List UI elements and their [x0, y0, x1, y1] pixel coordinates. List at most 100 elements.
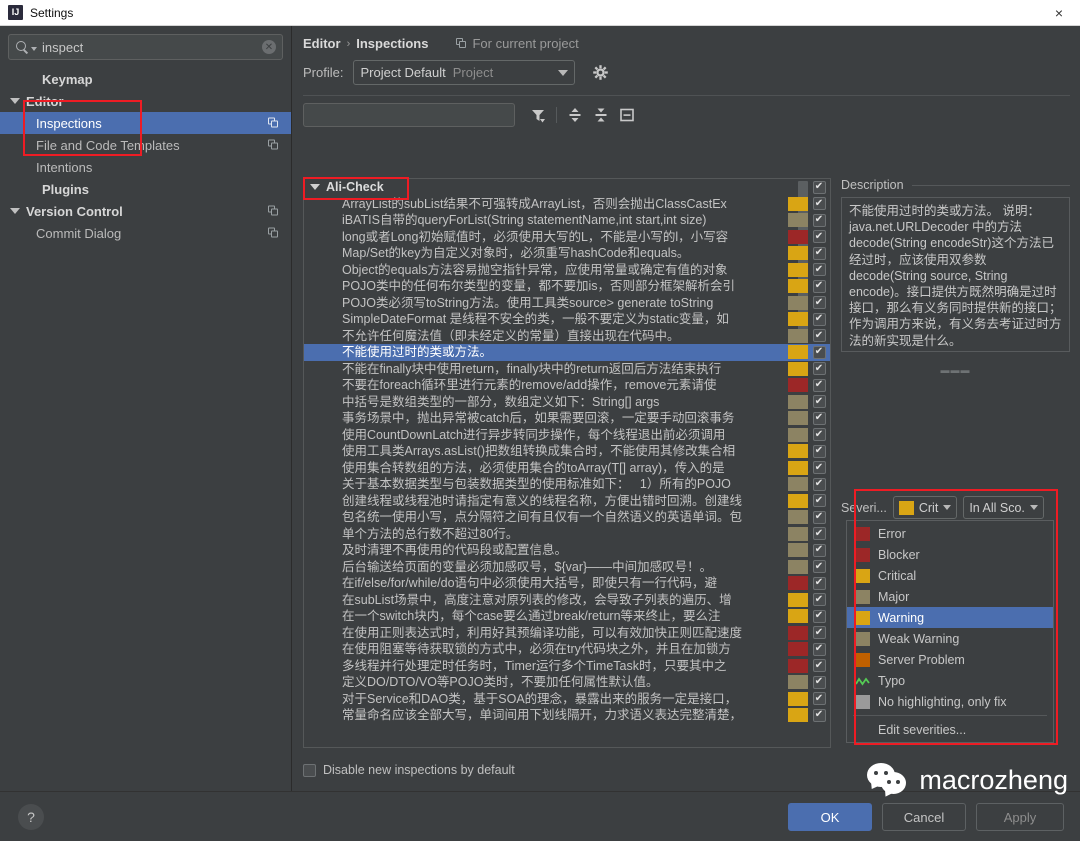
table-row[interactable]: 在if/else/for/while/do语句中必须使用大括号，即使只有一行代码… [304, 575, 830, 592]
table-row[interactable]: 事务场景中，抛出异常被catch后，如果需要回滚，一定要手动回滚事务 ✔ [304, 410, 830, 427]
severity-select[interactable]: Crit [892, 496, 958, 519]
inspection-checkbox[interactable]: ✔ [808, 560, 830, 574]
inspection-checkbox[interactable]: ✔ [808, 609, 830, 623]
inspection-checkbox[interactable]: ✔ [808, 345, 830, 359]
sidebar-item-inspections[interactable]: Inspections [0, 112, 291, 134]
inspection-search-input[interactable] [303, 103, 515, 127]
severity-option[interactable]: Major [847, 586, 1053, 607]
help-button[interactable]: ? [18, 804, 44, 830]
inspection-checkbox[interactable]: ✔ [808, 197, 830, 211]
severity-option[interactable]: Warning [847, 607, 1053, 628]
scope-select[interactable]: In All Sco. [963, 496, 1044, 519]
apply-button[interactable]: Apply [976, 803, 1064, 831]
inspections-list[interactable]: Ali-Check ✔ ArrayList的subList结果不可强转成ArrayL… [303, 178, 831, 748]
table-row[interactable]: 不能使用过时的类或方法。 ✔ [304, 344, 830, 361]
severity-option[interactable]: Critical [847, 565, 1053, 586]
inspection-checkbox[interactable]: ✔ [808, 642, 830, 656]
disable-new-inspections-checkbox[interactable] [303, 763, 316, 777]
table-row[interactable]: 不能在finally块中使用return，finally块中的return返回后… [304, 361, 830, 378]
inspection-checkbox[interactable]: ✔ [808, 411, 830, 425]
inspection-checkbox[interactable]: ✔ [808, 312, 830, 326]
inspection-checkbox[interactable]: ✔ [808, 543, 830, 557]
table-row[interactable]: 在subList场景中，高度注意对原列表的修改，会导致子列表的遍历、增 ✔ [304, 592, 830, 609]
close-icon[interactable]: × [1046, 2, 1072, 24]
resize-grip[interactable]: ▬▬▬ [841, 365, 1070, 375]
sidebar-item-keymap[interactable]: Keymap [0, 68, 291, 90]
cancel-button[interactable]: Cancel [882, 803, 966, 831]
sidebar-item-plugins[interactable]: Plugins [0, 178, 291, 200]
inspection-checkbox[interactable]: ✔ [808, 659, 830, 673]
inspection-checkbox[interactable]: ✔ [808, 461, 830, 475]
ok-button[interactable]: OK [788, 803, 872, 831]
search-input[interactable]: inspect ✕ [8, 34, 283, 60]
table-row[interactable]: POJO类中的任何布尔类型的变量，都不要加is，否则部分框架解析会引 ✔ [304, 278, 830, 295]
table-row[interactable]: 在使用阻塞等待获取锁的方式中，必须在try代码块之外，并且在加锁方 ✔ [304, 641, 830, 658]
breadcrumb-parent[interactable]: Editor [303, 36, 341, 51]
inspection-checkbox[interactable]: ✔ [808, 180, 830, 194]
severity-option[interactable]: No highlighting, only fix [847, 691, 1053, 712]
inspection-checkbox[interactable]: ✔ [808, 510, 830, 524]
table-row[interactable]: 对于Service和DAO类，基于SOA的理念，暴露出来的服务一定是接口， ✔ [304, 691, 830, 708]
inspection-checkbox[interactable]: ✔ [808, 395, 830, 409]
collapse-all-icon[interactable] [588, 103, 614, 127]
sidebar-item-file-and-code-templates[interactable]: File and Code Templates [0, 134, 291, 156]
expand-all-icon[interactable] [562, 103, 588, 127]
table-row[interactable]: 在使用正则表达式时，利用好其预编译功能，可以有效加快正则匹配速度 ✔ [304, 625, 830, 642]
edit-severities-item[interactable]: Edit severities... [847, 719, 1053, 740]
inspection-checkbox[interactable]: ✔ [808, 626, 830, 640]
table-row[interactable]: 使用集合转数组的方法，必须使用集合的toArray(T[] array)，传入的… [304, 460, 830, 477]
table-row[interactable]: ArrayList的subList结果不可强转成ArrayList，否则会抛出C… [304, 196, 830, 213]
inspection-checkbox[interactable]: ✔ [808, 708, 830, 722]
sidebar-item-commit-dialog[interactable]: Commit Dialog [0, 222, 291, 244]
table-row[interactable]: Map/Set的key为自定义对象时，必须重写hashCode和equals。 ✔ [304, 245, 830, 262]
inspection-checkbox[interactable]: ✔ [808, 576, 830, 590]
inspection-checkbox[interactable]: ✔ [808, 428, 830, 442]
inspection-checkbox[interactable]: ✔ [808, 477, 830, 491]
disable-new-inspections-row[interactable]: Disable new inspections by default [303, 763, 515, 777]
table-row[interactable]: 不允许任何魔法值（即未经定义的常量）直接出现在代码中。 ✔ [304, 328, 830, 345]
sidebar-item-version-control[interactable]: Version Control [0, 200, 291, 222]
severity-option[interactable]: Error [847, 523, 1053, 544]
inspection-checkbox[interactable]: ✔ [808, 362, 830, 376]
table-row[interactable]: 单个方法的总行数不超过80行。 ✔ [304, 526, 830, 543]
inspection-checkbox[interactable]: ✔ [808, 675, 830, 689]
table-row[interactable]: Object的equals方法容易抛空指针异常，应使用常量或确定有值的对象 ✔ [304, 262, 830, 279]
clear-icon[interactable]: ✕ [262, 40, 276, 54]
table-row[interactable]: 多线程并行处理定时任务时，Timer运行多个TimeTask时，只要其中之 ✔ [304, 658, 830, 675]
inspection-checkbox[interactable]: ✔ [808, 230, 830, 244]
inspection-checkbox[interactable]: ✔ [808, 279, 830, 293]
sidebar-item-editor[interactable]: Editor [0, 90, 291, 112]
table-row[interactable]: 关于基本数据类型与包装数据类型的使用标准如下： 1）所有的POJO ✔ [304, 476, 830, 493]
table-row[interactable]: 后台输送给页面的变量必须加感叹号，${var}——中间加感叹号！。 ✔ [304, 559, 830, 576]
table-row[interactable]: 常量命名应该全部大写，单词间用下划线隔开，力求语义表达完整清楚， ✔ [304, 707, 830, 724]
table-row[interactable]: SimpleDateFormat 是线程不安全的类，一般不要定义为static变… [304, 311, 830, 328]
inspection-checkbox[interactable]: ✔ [808, 378, 830, 392]
table-row[interactable]: 在一个switch块内，每个case要么通过break/return等来终止，要… [304, 608, 830, 625]
table-row[interactable]: 创建线程或线程池时请指定有意义的线程名称，方便出错时回溯。创建线 ✔ [304, 493, 830, 510]
severity-option[interactable]: Typo [847, 670, 1053, 691]
table-row[interactable]: 使用工具类Arrays.asList()把数组转换成集合时，不能使用其修改集合相… [304, 443, 830, 460]
inspection-checkbox[interactable]: ✔ [808, 246, 830, 260]
severity-option[interactable]: Weak Warning [847, 628, 1053, 649]
inspection-checkbox[interactable]: ✔ [808, 494, 830, 508]
table-row[interactable]: long或者Long初始赋值时，必须使用大写的L，不能是小写的l，小写容 ✔ [304, 229, 830, 246]
inspection-checkbox[interactable]: ✔ [808, 213, 830, 227]
table-row[interactable]: 不要在foreach循环里进行元素的remove/add操作，remove元素请… [304, 377, 830, 394]
inspection-checkbox[interactable]: ✔ [808, 692, 830, 706]
severity-option[interactable]: Blocker [847, 544, 1053, 565]
table-row[interactable]: 中括号是数组类型的一部分，数组定义如下：String[] args ✔ [304, 394, 830, 411]
inspection-group-row[interactable]: Ali-Check ✔ [304, 179, 830, 196]
gear-icon[interactable] [592, 64, 610, 82]
table-row[interactable]: 使用CountDownLatch进行异步转同步操作，每个线程退出前必须调用 ✔ [304, 427, 830, 444]
inspection-checkbox[interactable]: ✔ [808, 296, 830, 310]
inspection-checkbox[interactable]: ✔ [808, 329, 830, 343]
table-row[interactable]: iBATIS自带的queryForList(String statementNa… [304, 212, 830, 229]
table-row[interactable]: 定义DO/DTO/VO等POJO类时，不要加任何属性默认值。 ✔ [304, 674, 830, 691]
inspection-checkbox[interactable]: ✔ [808, 527, 830, 541]
severity-dropdown[interactable]: Error Blocker Critical Major Warning Weak War… [846, 520, 1054, 743]
inspection-checkbox[interactable]: ✔ [808, 444, 830, 458]
severity-option[interactable]: Server Problem [847, 649, 1053, 670]
reset-icon[interactable] [614, 103, 640, 127]
inspection-checkbox[interactable]: ✔ [808, 593, 830, 607]
filter-icon[interactable] [525, 103, 551, 127]
